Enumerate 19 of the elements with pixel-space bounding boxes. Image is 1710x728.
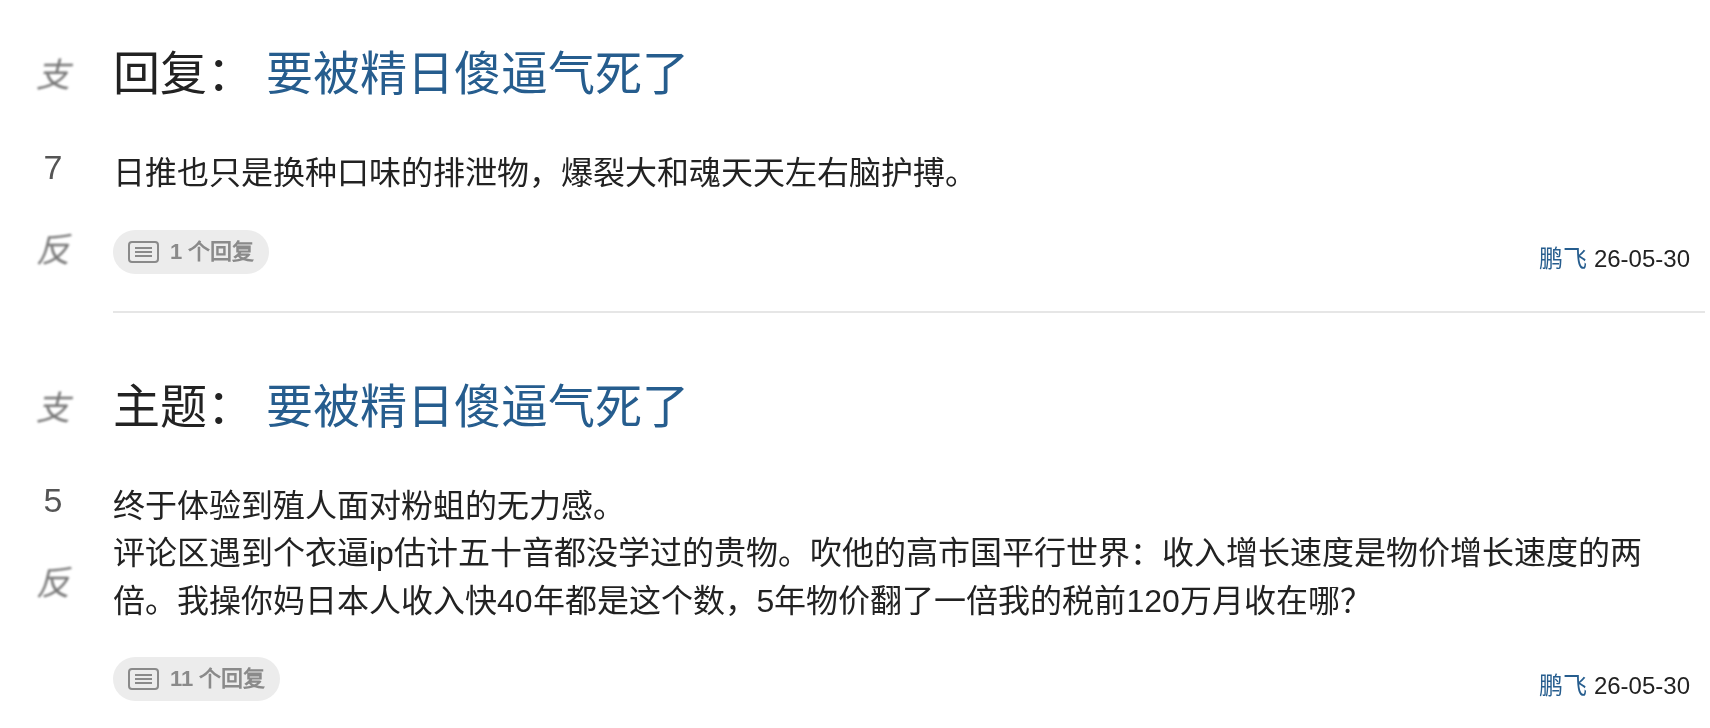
- vote-score: 7: [43, 147, 63, 188]
- author-link[interactable]: 鹏飞: [1539, 244, 1588, 272]
- document-icon: [128, 240, 159, 263]
- post-date: 26-05-30: [1593, 244, 1690, 272]
- replies-button[interactable]: 1 个回复: [113, 229, 270, 274]
- post-title-link[interactable]: 要被精日傻逼气死了: [266, 46, 689, 102]
- oppose-vote-button[interactable]: 反: [36, 560, 70, 605]
- post-text: 终于体验到殖人面对粉蛆的无力感。: [113, 486, 626, 526]
- vote-score: 5: [43, 479, 63, 521]
- post-title-link[interactable]: 要被精日傻逼气死了: [266, 378, 689, 435]
- post-type-label: 主题：: [113, 378, 254, 435]
- post-text: 日推也只是换种口味的排泄物，爆裂大和魂天天左右脑护搏。: [113, 154, 978, 193]
- post-type-label: 回复：: [113, 46, 254, 102]
- author-link[interactable]: 鹏飞: [1539, 672, 1588, 699]
- document-icon: [128, 668, 159, 690]
- replies-button[interactable]: 11 个回复: [113, 657, 281, 701]
- oppose-vote-button[interactable]: 反: [36, 228, 70, 272]
- post-text: 评论区遇到个衣逼ip估计五十音都没学过的贵物。吹他的高市国平行世界：收入增长速度是物价增长速度的两倍。我操你妈日本人收入快40年都是这个数，5年物价翻了一倍我的税前120万月收在哪？: [113, 534, 1643, 621]
- post-date: 26-05-30: [1593, 672, 1690, 699]
